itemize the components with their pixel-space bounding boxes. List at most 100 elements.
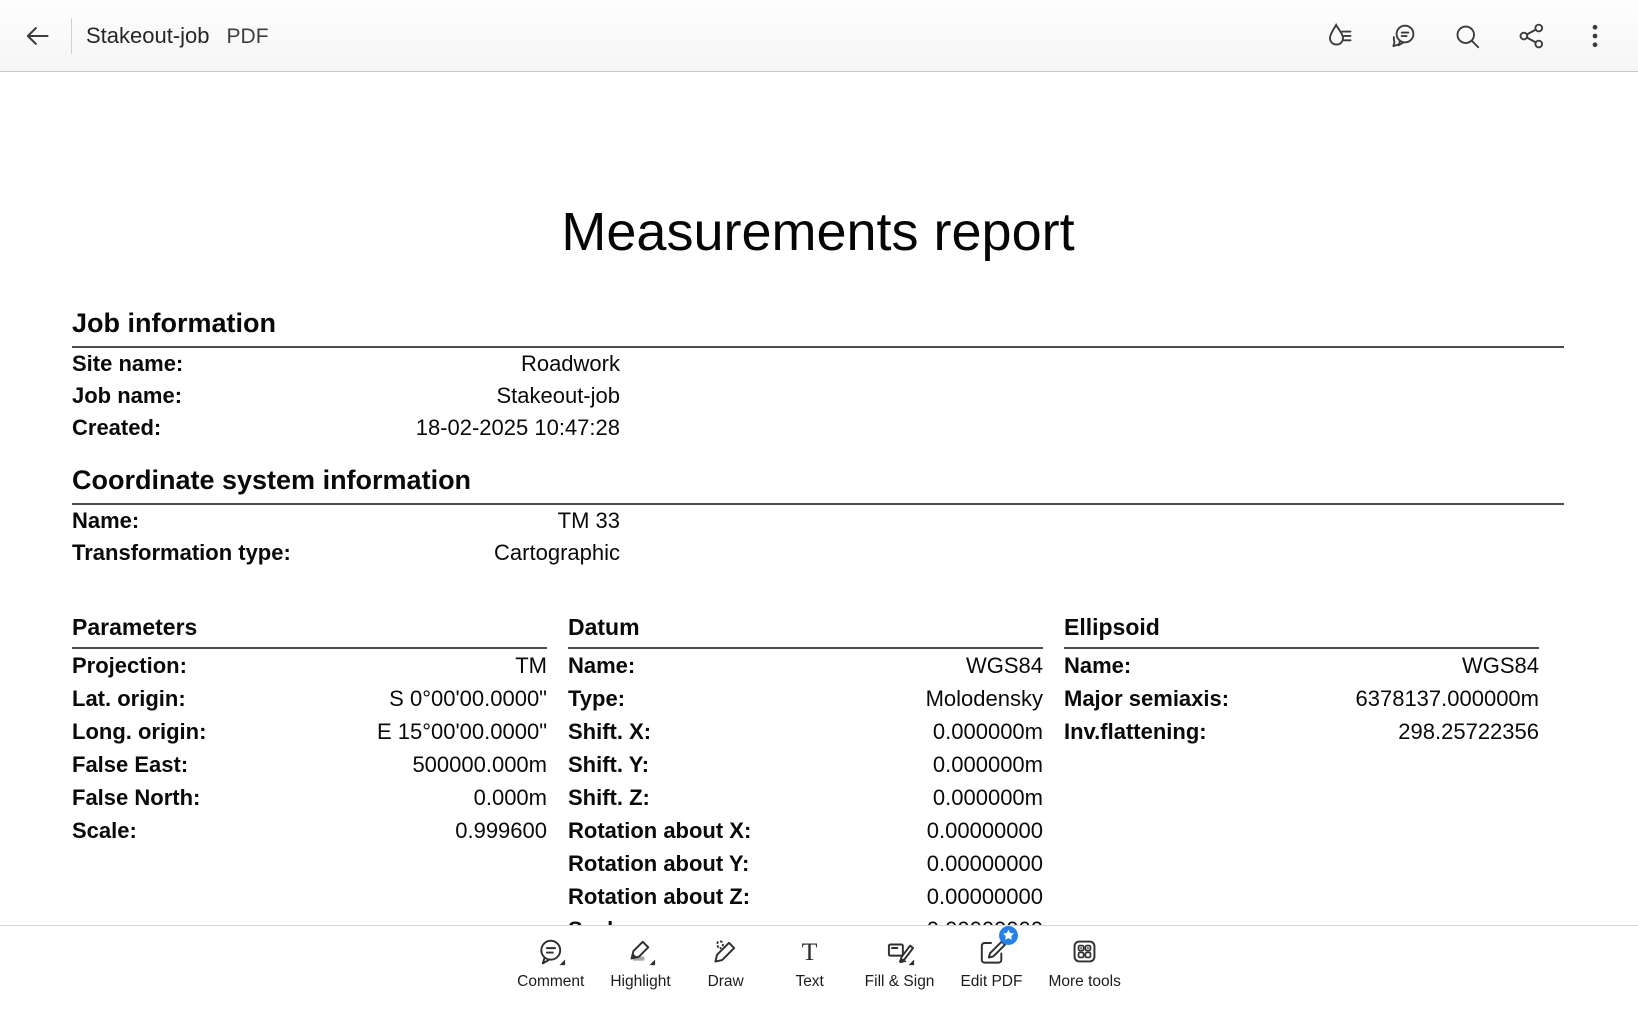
field-value: TM xyxy=(515,653,547,679)
field-value: 500000.000m xyxy=(412,752,547,778)
premium-star-badge xyxy=(998,925,1019,946)
field-value: Molodensky xyxy=(926,686,1043,712)
field-row: Shift. Z: 0.000000m xyxy=(568,781,1043,814)
section-heading: Job information xyxy=(72,310,1564,348)
overflow-menu-button[interactable] xyxy=(1578,19,1612,53)
field-row: Site name: Roadwork xyxy=(72,348,620,380)
column-datum: Datum Name: WGS84 Type: Molodensky Shift… xyxy=(568,616,1043,946)
field-row: Job name: Stakeout-job xyxy=(72,380,620,412)
field-label: Name: xyxy=(72,508,139,534)
field-value: Cartographic xyxy=(494,540,620,566)
field-label: Lat. origin: xyxy=(72,686,186,712)
field-row: Rotation about Z: 0.00000000 xyxy=(568,880,1043,913)
field-value: 0.000000m xyxy=(933,785,1043,811)
tool-text[interactable]: T Text xyxy=(781,933,839,991)
field-value: WGS84 xyxy=(966,653,1043,679)
column-parameters: Parameters Projection: TM Lat. origin: S… xyxy=(72,616,547,946)
tool-fill-sign[interactable]: Fill & Sign xyxy=(865,933,935,991)
tool-label: Highlight xyxy=(610,973,670,991)
field-label: Rotation about Z: xyxy=(568,884,750,910)
field-value: 18-02-2025 10:47:28 xyxy=(416,415,620,441)
field-value: 0.00000000 xyxy=(927,851,1043,877)
tool-more-tools[interactable]: More tools xyxy=(1048,933,1120,991)
field-row: False East: 500000.000m xyxy=(72,748,547,781)
section-job-information: Job information Site name: Roadwork Job … xyxy=(72,310,1564,444)
share-button[interactable] xyxy=(1514,19,1548,53)
field-value: Roadwork xyxy=(521,351,620,377)
field-label: Name: xyxy=(1064,653,1131,679)
section-coordinate-system: Coordinate system information Name: TM 3… xyxy=(72,467,1564,569)
field-row: Name: WGS84 xyxy=(1064,649,1539,682)
column-ellipsoid: Ellipsoid Name: WGS84 Major semiaxis: 63… xyxy=(1064,616,1539,946)
tool-label: Text xyxy=(795,973,823,991)
appbar-divider xyxy=(71,18,72,54)
back-arrow-icon xyxy=(23,22,51,50)
field-row: Rotation about Y: 0.00000000 xyxy=(568,847,1043,880)
share-icon xyxy=(1516,21,1546,51)
field-value: Stakeout-job xyxy=(496,383,620,409)
appbar-title-group: Stakeout-job PDF xyxy=(86,23,269,49)
field-row: Rotation about X: 0.00000000 xyxy=(568,814,1043,847)
field-label: Created: xyxy=(72,415,161,441)
fill-sign-tool-icon xyxy=(884,933,915,970)
field-label: False North: xyxy=(72,785,200,811)
field-label: Rotation about Y: xyxy=(568,851,749,877)
tool-label: More tools xyxy=(1048,973,1120,991)
coordinate-system-fields: Name: TM 33 Transformation type: Cartogr… xyxy=(72,505,620,569)
comments-list-button[interactable] xyxy=(1386,19,1420,53)
field-value: 0.999600 xyxy=(455,818,547,844)
text-tool-icon: T xyxy=(794,933,825,970)
tool-edit-pdf[interactable]: Edit PDF xyxy=(960,933,1022,991)
field-label: Inv.flattening: xyxy=(1064,719,1207,745)
tool-label: Fill & Sign xyxy=(865,973,935,991)
tool-comment[interactable]: Comment xyxy=(517,933,584,991)
pdf-page-content: Measurements report Job information Site… xyxy=(0,205,1638,946)
field-value: 0.00000000 xyxy=(927,884,1043,910)
field-value: WGS84 xyxy=(1462,653,1539,679)
appbar-actions xyxy=(1322,19,1638,53)
pdf-page[interactable]: Measurements report Job information Site… xyxy=(0,72,1638,1020)
comments-icon xyxy=(1388,21,1418,51)
app-bar: Stakeout-job PDF xyxy=(0,0,1638,72)
field-label: Rotation about X: xyxy=(568,818,751,844)
field-row: Major semiaxis: 6378137.000000m xyxy=(1064,682,1539,715)
field-value: S 0°00'00.0000" xyxy=(389,686,547,712)
overflow-menu-icon xyxy=(1580,21,1610,51)
section-heading: Coordinate system information xyxy=(72,467,1564,505)
back-button[interactable] xyxy=(10,9,64,63)
field-value: E 15°00'00.0000" xyxy=(377,719,547,745)
field-label: Shift. X: xyxy=(568,719,651,745)
field-row: Projection: TM xyxy=(72,649,547,682)
parameter-columns: Parameters Projection: TM Lat. origin: S… xyxy=(72,616,1564,946)
liquid-mode-button[interactable] xyxy=(1322,19,1356,53)
field-row: Scale: 0.999600 xyxy=(72,814,547,847)
comment-tool-icon xyxy=(535,933,566,970)
field-label: Name: xyxy=(568,653,635,679)
search-icon xyxy=(1452,21,1482,51)
field-row: Long. origin: E 15°00'00.0000" xyxy=(72,715,547,748)
field-label: Type: xyxy=(568,686,625,712)
field-row: Created: 18-02-2025 10:47:28 xyxy=(72,412,620,444)
liquid-mode-icon xyxy=(1324,21,1354,51)
field-label: Long. origin: xyxy=(72,719,206,745)
edit-pdf-tool-icon xyxy=(976,933,1007,970)
search-button[interactable] xyxy=(1450,19,1484,53)
field-label: Shift. Z: xyxy=(568,785,650,811)
more-tools-grid-icon xyxy=(1069,933,1100,970)
field-value: 6378137.000000m xyxy=(1356,686,1540,712)
field-row: Lat. origin: S 0°00'00.0000" xyxy=(72,682,547,715)
acrobat-pdf-viewer: Stakeout-job PDF xyxy=(0,0,1638,1020)
field-value: TM 33 xyxy=(558,508,620,534)
tool-label: Comment xyxy=(517,973,584,991)
field-label: Shift. Y: xyxy=(568,752,649,778)
job-information-fields: Site name: Roadwork Job name: Stakeout-j… xyxy=(72,348,620,444)
field-label: Transformation type: xyxy=(72,540,291,566)
column-heading: Datum xyxy=(568,616,1043,649)
tool-highlight[interactable]: Highlight xyxy=(610,933,670,991)
column-heading: Ellipsoid xyxy=(1064,616,1539,649)
field-row: Inv.flattening: 298.25722356 xyxy=(1064,715,1539,748)
tool-draw[interactable]: Draw xyxy=(697,933,755,991)
tool-label: Draw xyxy=(708,973,744,991)
document-title: Stakeout-job xyxy=(86,23,210,49)
field-value: 0.000m xyxy=(474,785,547,811)
